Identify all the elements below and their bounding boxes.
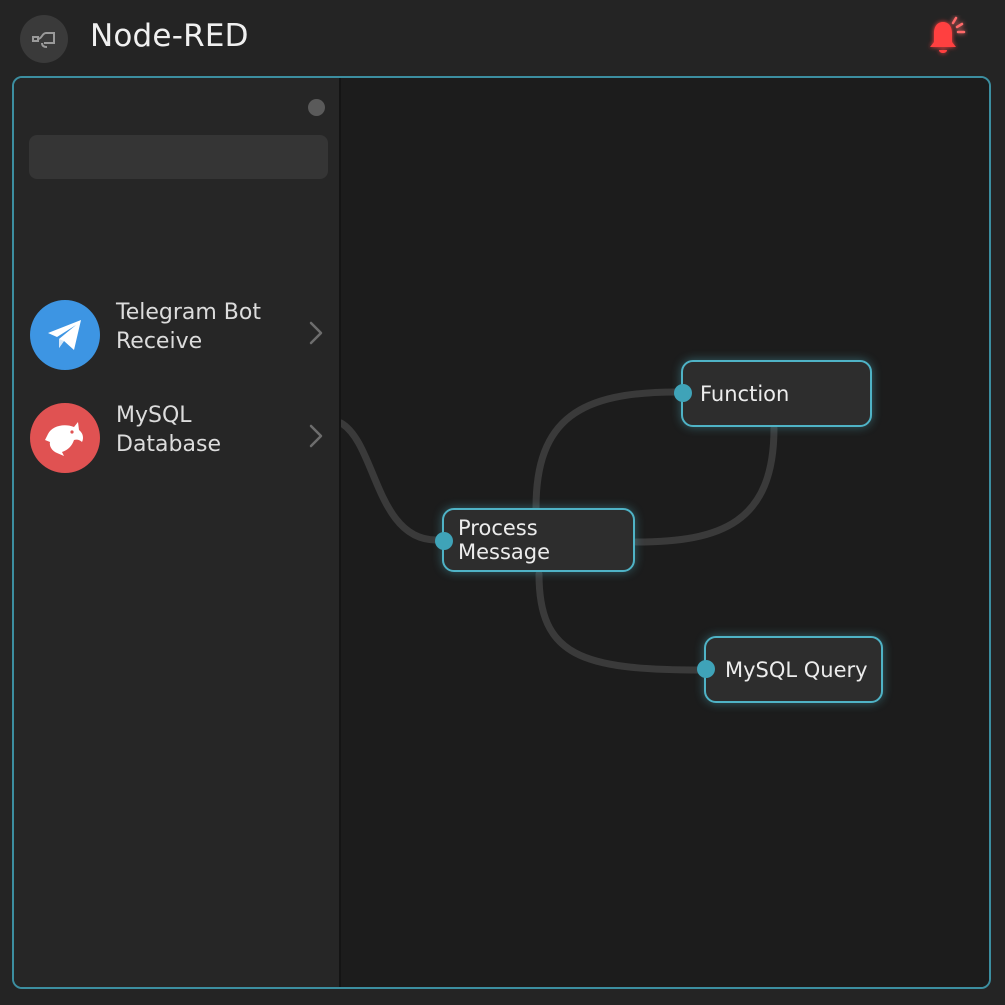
palette-search-input[interactable] bbox=[29, 135, 328, 179]
dolphin-icon bbox=[30, 403, 100, 473]
chevron-right-icon bbox=[309, 321, 323, 345]
app-logo[interactable] bbox=[20, 15, 68, 63]
editor-frame: Telegram Bot Receive MySQL Database Proc… bbox=[12, 76, 991, 989]
node-palette: Telegram Bot Receive MySQL Database bbox=[14, 78, 341, 987]
flow-node-label: MySQL Query bbox=[725, 657, 868, 682]
palette-item-telegram[interactable]: Telegram Bot Receive bbox=[30, 298, 330, 370]
chevron-right-icon bbox=[309, 424, 323, 448]
flow-node-label: Process Message bbox=[458, 516, 551, 564]
wire-telegram-to-process bbox=[341, 419, 440, 544]
status-indicator bbox=[308, 99, 325, 116]
flow-node-process-message[interactable]: Process Message bbox=[435, 508, 635, 572]
wire-function-to-process bbox=[632, 424, 778, 546]
app-title: Node-RED bbox=[90, 18, 249, 54]
flow-node-label: Function bbox=[700, 381, 790, 406]
telegram-icon bbox=[30, 300, 100, 370]
flow-node-function[interactable]: Function bbox=[674, 360, 872, 427]
palette-item-mysql[interactable]: MySQL Database bbox=[30, 401, 330, 473]
palette-item-label: MySQL Database bbox=[116, 403, 221, 457]
input-port[interactable] bbox=[435, 532, 453, 550]
header-bar: Node-RED bbox=[0, 0, 1005, 76]
wire-process-to-function bbox=[532, 388, 681, 512]
bell-icon[interactable] bbox=[922, 15, 968, 61]
flow-canvas[interactable]: Process Message Function MySQL Query bbox=[341, 78, 989, 987]
node-red-logo-icon bbox=[32, 32, 55, 48]
input-port[interactable] bbox=[674, 384, 692, 402]
palette-item-label: Telegram Bot Receive bbox=[116, 300, 261, 354]
input-port[interactable] bbox=[697, 660, 715, 678]
flow-node-mysql-query[interactable]: MySQL Query bbox=[697, 636, 883, 703]
wire-process-to-mysql bbox=[535, 570, 705, 674]
